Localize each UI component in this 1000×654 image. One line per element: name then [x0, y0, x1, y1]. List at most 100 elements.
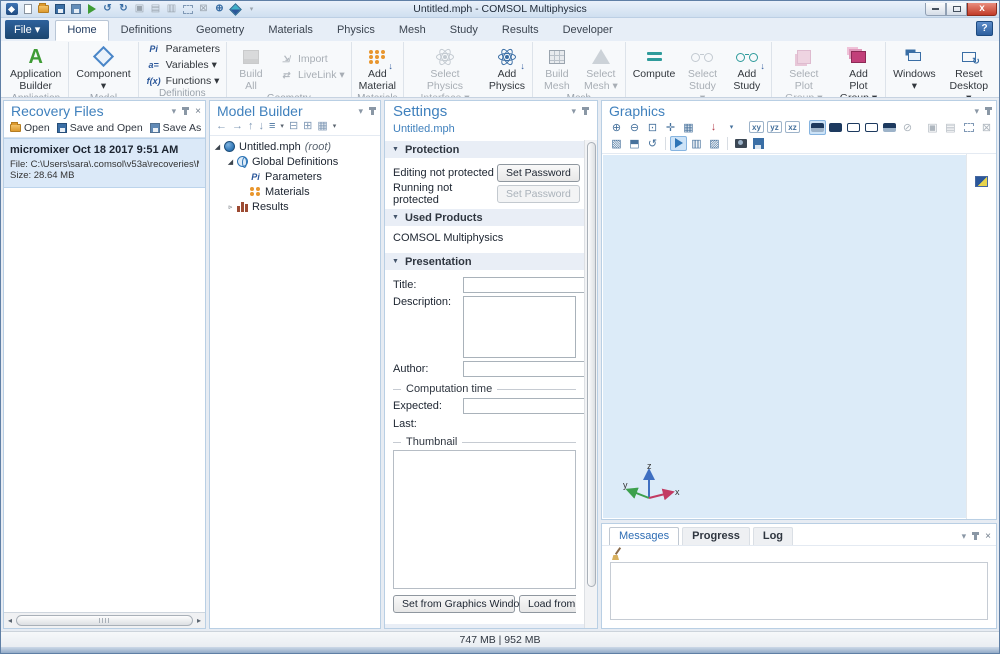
- tab-home[interactable]: Home: [55, 20, 108, 41]
- save-and-open-button[interactable]: Save and Open: [57, 122, 143, 134]
- set-password-editing-button[interactable]: Set Password: [497, 164, 580, 182]
- plot-thumbnail-icon[interactable]: [975, 176, 988, 187]
- scroll-left-icon[interactable]: ◂: [5, 616, 15, 625]
- tab-messages[interactable]: Messages: [609, 527, 679, 545]
- paste-icon[interactable]: ▤: [149, 3, 162, 15]
- show-menu-icon[interactable]: ≡: [269, 121, 275, 132]
- reset-desktop-button[interactable]: Reset Desktop ▾: [941, 42, 997, 98]
- camera-icon[interactable]: [732, 136, 749, 151]
- zoom-selected-icon[interactable]: ⊡: [644, 120, 661, 135]
- expand-collapse-icon[interactable]: ◢: [212, 143, 223, 151]
- plot-play-icon[interactable]: [670, 136, 687, 151]
- view-xz-icon[interactable]: xz: [784, 120, 801, 135]
- move-down-icon[interactable]: ↓: [259, 121, 265, 132]
- build-mesh-button[interactable]: Build Mesh: [535, 42, 579, 93]
- run-icon[interactable]: [85, 3, 98, 15]
- select-plot-group-button[interactable]: Select Plot Group ▾: [774, 42, 834, 98]
- file-menu-button[interactable]: File ▾: [5, 20, 49, 39]
- copy-plot-icon[interactable]: ▥: [688, 136, 705, 151]
- pin-icon[interactable]: [371, 108, 374, 115]
- new-file-icon[interactable]: [21, 3, 34, 15]
- tab-definitions[interactable]: Definitions: [109, 20, 184, 41]
- axis-orientation-icon[interactable]: ↓: [705, 120, 722, 135]
- wireframe-off-icon[interactable]: ⊘: [899, 120, 916, 135]
- clear-broom-icon[interactable]: [611, 547, 624, 560]
- pin-icon[interactable]: [974, 533, 977, 540]
- author-input[interactable]: [463, 361, 597, 377]
- add-physics-button[interactable]: ↓ Add Physics: [484, 42, 530, 98]
- close-button[interactable]: x: [967, 3, 997, 16]
- functions-button[interactable]: f(x) Functions ▾: [143, 74, 222, 88]
- panel-menu-caret-icon[interactable]: ▾: [172, 106, 177, 117]
- qa-dropdown-caret-icon[interactable]: ▾: [245, 3, 258, 15]
- scene-light-icon[interactable]: [809, 120, 826, 135]
- parameters-button[interactable]: Pi Parameters: [143, 42, 222, 56]
- deselect-frame-icon[interactable]: ⊠: [978, 120, 995, 135]
- panel-menu-caret-icon[interactable]: ▾: [974, 106, 979, 117]
- move-up-icon[interactable]: ↑: [248, 121, 254, 132]
- variables-button[interactable]: a= Variables ▾: [143, 58, 222, 72]
- tab-materials[interactable]: Materials: [256, 20, 325, 41]
- set-password-running-button[interactable]: Set Password: [497, 185, 580, 203]
- add-material-button[interactable]: ↓ Add Material: [354, 42, 401, 93]
- panel-menu-caret-icon[interactable]: ▾: [962, 531, 967, 542]
- expand-collapse-icon[interactable]: ◢: [225, 158, 236, 166]
- close-panel-icon[interactable]: ×: [195, 106, 201, 117]
- tab-developer[interactable]: Developer: [551, 20, 625, 41]
- maximize-button[interactable]: [946, 3, 967, 16]
- panel-menu-caret-icon[interactable]: ▾: [358, 106, 363, 117]
- scroll-right-icon[interactable]: ▸: [194, 616, 204, 625]
- scrollbar-thumb[interactable]: [16, 615, 193, 626]
- section-used-products[interactable]: ▼ Used Products: [385, 208, 584, 226]
- add-plot-group-button[interactable]: Add Plot Group ▾: [834, 42, 883, 98]
- select-physics-interface-button[interactable]: Select Physics Interface ▾: [406, 42, 484, 98]
- select-mesh-button[interactable]: Select Mesh ▾: [579, 42, 623, 93]
- description-input[interactable]: [463, 296, 576, 358]
- expected-input[interactable]: [463, 398, 597, 414]
- redo-icon[interactable]: ↻: [117, 3, 130, 15]
- compute-button[interactable]: Compute: [628, 42, 680, 98]
- zoom-out-icon[interactable]: ⊖: [626, 120, 643, 135]
- expand-all-icon[interactable]: ⊞: [303, 121, 312, 132]
- tree-node-parameters[interactable]: Pi Parameters: [212, 169, 378, 184]
- go-to-view-icon[interactable]: ▦: [680, 120, 697, 135]
- scrollbar-thumb[interactable]: [587, 142, 596, 587]
- transparency-icon[interactable]: [827, 120, 844, 135]
- tab-physics[interactable]: Physics: [325, 20, 387, 41]
- recovery-file-item[interactable]: micromixer Oct 18 2017 9:51 AM File: C:\…: [4, 138, 205, 188]
- windows-button[interactable]: Windows ▾: [888, 42, 940, 98]
- tree-options-caret-icon[interactable]: ▾: [333, 123, 337, 130]
- undo-icon[interactable]: ↺: [101, 3, 114, 15]
- app-logo-icon[interactable]: [5, 3, 18, 15]
- pin-icon[interactable]: [184, 108, 187, 115]
- panel-menu-caret-icon[interactable]: ▾: [571, 106, 576, 117]
- open-button[interactable]: Open: [10, 122, 50, 134]
- graphics-canvas[interactable]: z y x: [603, 155, 966, 518]
- paste-plot-icon[interactable]: ▨: [706, 136, 723, 151]
- tab-log[interactable]: Log: [753, 527, 793, 545]
- back-arrow-icon[interactable]: ←: [216, 121, 227, 132]
- section-protection[interactable]: ▼ Protection: [385, 140, 584, 158]
- help-button[interactable]: ?: [976, 21, 993, 36]
- pin-icon[interactable]: [987, 108, 990, 115]
- show-menu-caret-icon[interactable]: ▾: [280, 123, 284, 130]
- tree-node-materials[interactable]: Materials: [212, 184, 378, 199]
- wireframe-alt-icon[interactable]: [881, 120, 898, 135]
- rotate-reset-icon[interactable]: ↺: [644, 136, 661, 151]
- select-frame-icon[interactable]: [960, 120, 977, 135]
- tree-node-global-definitions[interactable]: ◢ Global Definitions: [212, 154, 378, 169]
- close-panel-icon[interactable]: ×: [985, 531, 991, 542]
- wireframe-icon[interactable]: [863, 120, 880, 135]
- save-as-icon[interactable]: [69, 3, 82, 15]
- save-as-button[interactable]: Save As: [150, 122, 202, 134]
- open-file-icon[interactable]: [37, 3, 50, 15]
- tree-node-results[interactable]: ▹ Results: [212, 199, 378, 214]
- save-icon[interactable]: [53, 3, 66, 15]
- save-image-icon[interactable]: [750, 136, 767, 151]
- image-up-icon[interactable]: ⬒: [626, 136, 643, 151]
- snapshot-icon[interactable]: ▣: [924, 120, 941, 135]
- section-presentation[interactable]: ▼ Presentation: [385, 252, 584, 270]
- section-unit-system[interactable]: ▼ Unit System: [385, 623, 584, 628]
- build-all-button[interactable]: Build All: [229, 42, 273, 93]
- livelink-button[interactable]: ⇄ LiveLink ▾: [275, 68, 347, 82]
